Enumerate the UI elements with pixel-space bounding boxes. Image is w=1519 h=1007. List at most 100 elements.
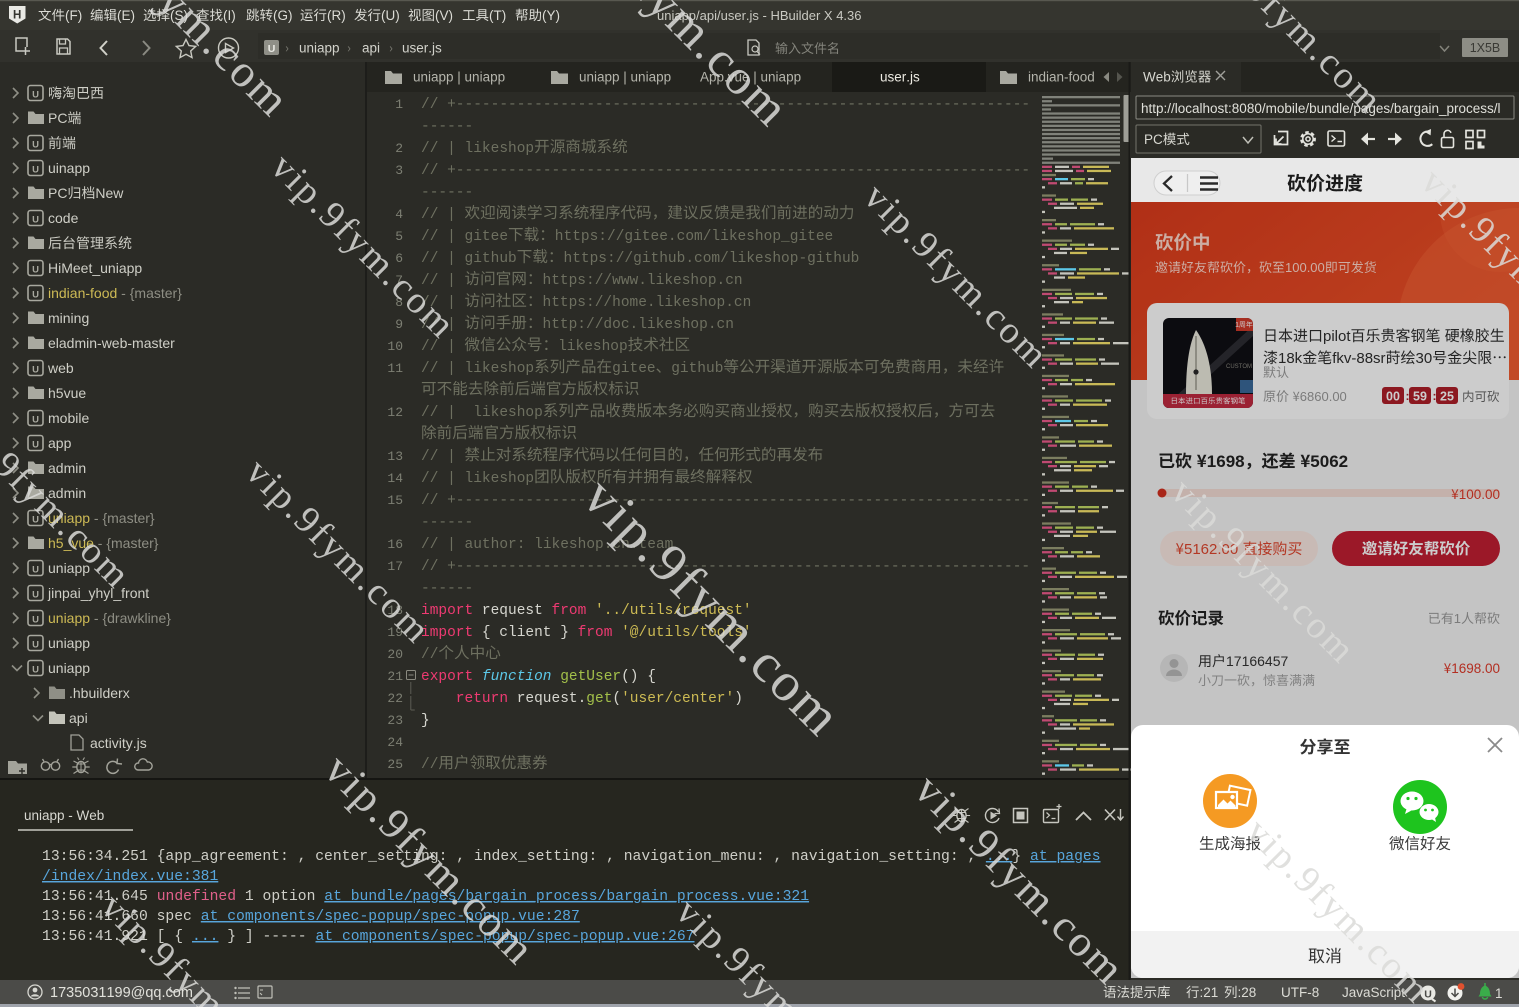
svg-text::21: :21 [1200, 985, 1219, 1000]
svg-text:// +--------------------------: // +------------------------------------… [421, 559, 1030, 575]
svg-text:Web: Web [1143, 70, 1171, 85]
svg-text:11: 11 [387, 361, 403, 376]
svg-text:admin: admin [48, 460, 86, 476]
svg-text:'user/center': 'user/center' [621, 691, 734, 707]
svg-text:U: U [32, 265, 39, 276]
svg-text:(U): (U) [381, 8, 400, 23]
svg-text:// | likeshop: // | likeshop [421, 405, 543, 421]
svg-text:request: request [473, 603, 551, 619]
svg-text:jinpai_yhyl_front: jinpai_yhyl_front [47, 585, 149, 601]
svg-text:U: U [32, 90, 39, 101]
svg-text:U: U [32, 215, 39, 226]
svg-text:uniapp: uniapp [48, 660, 90, 676]
svg-text:U: U [32, 165, 39, 176]
svg-text:PC: PC [48, 110, 67, 126]
svg-text:mining: mining [48, 310, 89, 326]
svg-text:U: U [32, 440, 39, 451]
svg-text:New: New [95, 185, 124, 201]
svg-text:at bundle/pages/bargain_proces: at bundle/pages/bargain_process/bargain_… [324, 889, 809, 905]
svg-text:app: app [48, 435, 72, 451]
svg-text:21: 21 [387, 669, 403, 684]
svg-text:gitee: gitee [612, 361, 656, 377]
svg-text:{ client }: { client } [473, 625, 577, 641]
svg-text:9: 9 [395, 317, 403, 332]
svg-text:.hbuilderx: .hbuilderx [69, 685, 130, 701]
svg-text:PC: PC [48, 185, 67, 201]
svg-text:uniapp: uniapp [299, 41, 340, 56]
svg-text:U: U [32, 565, 39, 576]
svg-text:// | likeshop: // | likeshop [421, 471, 534, 487]
svg-text:- {drawkline}: - {drawkline} [90, 610, 171, 626]
svg-text:12: 12 [387, 405, 403, 420]
svg-text:(T): (T) [489, 8, 506, 23]
svg-text:return: return [421, 691, 508, 707]
svg-text:13: 13 [387, 449, 403, 464]
svg-text:1: 1 [1495, 986, 1503, 1001]
svg-text:eladmin-web-master: eladmin-web-master [48, 335, 175, 351]
svg-text:// +--------------------------: // +------------------------------------… [421, 163, 1030, 179]
svg-text:U: U [32, 615, 39, 626]
svg-text:...: ... [192, 929, 218, 945]
svg-text:------: ------ [421, 515, 473, 531]
svg-text:16: 16 [387, 537, 403, 552]
svg-text:- {master}: - {master} [117, 285, 182, 301]
svg-text:uniapp: uniapp [48, 635, 90, 651]
svg-text:user.js: user.js [402, 41, 442, 56]
svg-text:(G): (G) [273, 8, 293, 23]
svg-text://: // [421, 647, 438, 663]
svg-text:14: 14 [387, 471, 403, 486]
svg-text:// |: // | [421, 207, 465, 223]
svg-text:user.js: user.js [880, 70, 920, 85]
svg-text:U: U [32, 640, 39, 651]
svg-text:// | gitee: // | gitee [421, 229, 508, 245]
svg-text:1 option: 1 option [236, 889, 324, 905]
svg-text:13:56:34.251 {app_agreement: ,: 13:56:34.251 {app_agreement: , center_se… [42, 849, 985, 865]
svg-text:4: 4 [395, 207, 403, 222]
svg-text:https://home.likeshop.cn: https://home.likeshop.cn [543, 295, 752, 311]
svg-text:https://github.com/likeshop-gi: https://github.com/likeshop-github [564, 251, 860, 267]
svg-text:api: api [69, 710, 88, 726]
svg-text:code: code [48, 210, 79, 226]
svg-text:uniapp - Web: uniapp - Web [24, 808, 104, 823]
svg-text:http://localhost:8080/mobile/b: http://localhost:8080/mobile/bundle/page… [1141, 101, 1501, 116]
svg-text:(R): (R) [327, 8, 346, 23]
svg-text:20: 20 [387, 647, 403, 662]
svg-text:at pages: at pages [1030, 849, 1101, 865]
svg-text:}: } [421, 713, 430, 729]
svg-text:// | likeshop: // | likeshop [421, 141, 534, 157]
svg-text:1: 1 [395, 97, 403, 112]
svg-text:U: U [32, 140, 39, 151]
svg-text:HiMeet_uniapp: HiMeet_uniapp [48, 260, 142, 276]
svg-text:from: from [552, 603, 587, 619]
svg-text:web: web [47, 360, 74, 376]
svg-text:// |: // | [421, 339, 465, 355]
svg-text:2: 2 [395, 141, 403, 156]
svg-text:uinapp: uinapp [48, 160, 90, 176]
svg-text:(E): (E) [117, 8, 135, 23]
svg-text:/index/index.vue:381: /index/index.vue:381 [42, 869, 218, 885]
svg-text:indian-food: indian-food [1028, 70, 1095, 85]
svg-text:U: U [32, 590, 39, 601]
svg-text:indian-food: indian-food [48, 285, 117, 301]
svg-text:function: function [482, 669, 552, 685]
svg-text:15: 15 [387, 493, 403, 508]
svg-text:// |: // | [421, 449, 465, 465]
svg-text:(F): (F) [65, 8, 82, 23]
svg-text:} ] -----: } ] ----- [218, 929, 315, 945]
svg-text:U: U [32, 415, 39, 426]
svg-text:uniapp | uniapp: uniapp | uniapp [413, 70, 505, 85]
svg-text:// | github: // | github [421, 251, 517, 267]
svg-text:U: U [32, 665, 39, 676]
svg-text:23: 23 [387, 713, 403, 728]
svg-text:get: get [586, 691, 612, 707]
svg-text:------: ------ [421, 581, 473, 597]
svg-text:getUser: getUser [552, 669, 622, 685]
svg-text:UTF-8: UTF-8 [1281, 985, 1319, 1000]
svg-text:// | likeshop: // | likeshop [421, 361, 534, 377]
svg-text:1X5B: 1X5B [1470, 41, 1501, 55]
svg-text:mobile: mobile [48, 410, 89, 426]
svg-text:uniapp | uniapp: uniapp | uniapp [579, 70, 671, 85]
svg-text:U: U [32, 365, 39, 376]
svg-text:() {: () { [621, 669, 656, 685]
svg-text:https://www.likeshop.cn: https://www.likeshop.cn [543, 273, 743, 289]
